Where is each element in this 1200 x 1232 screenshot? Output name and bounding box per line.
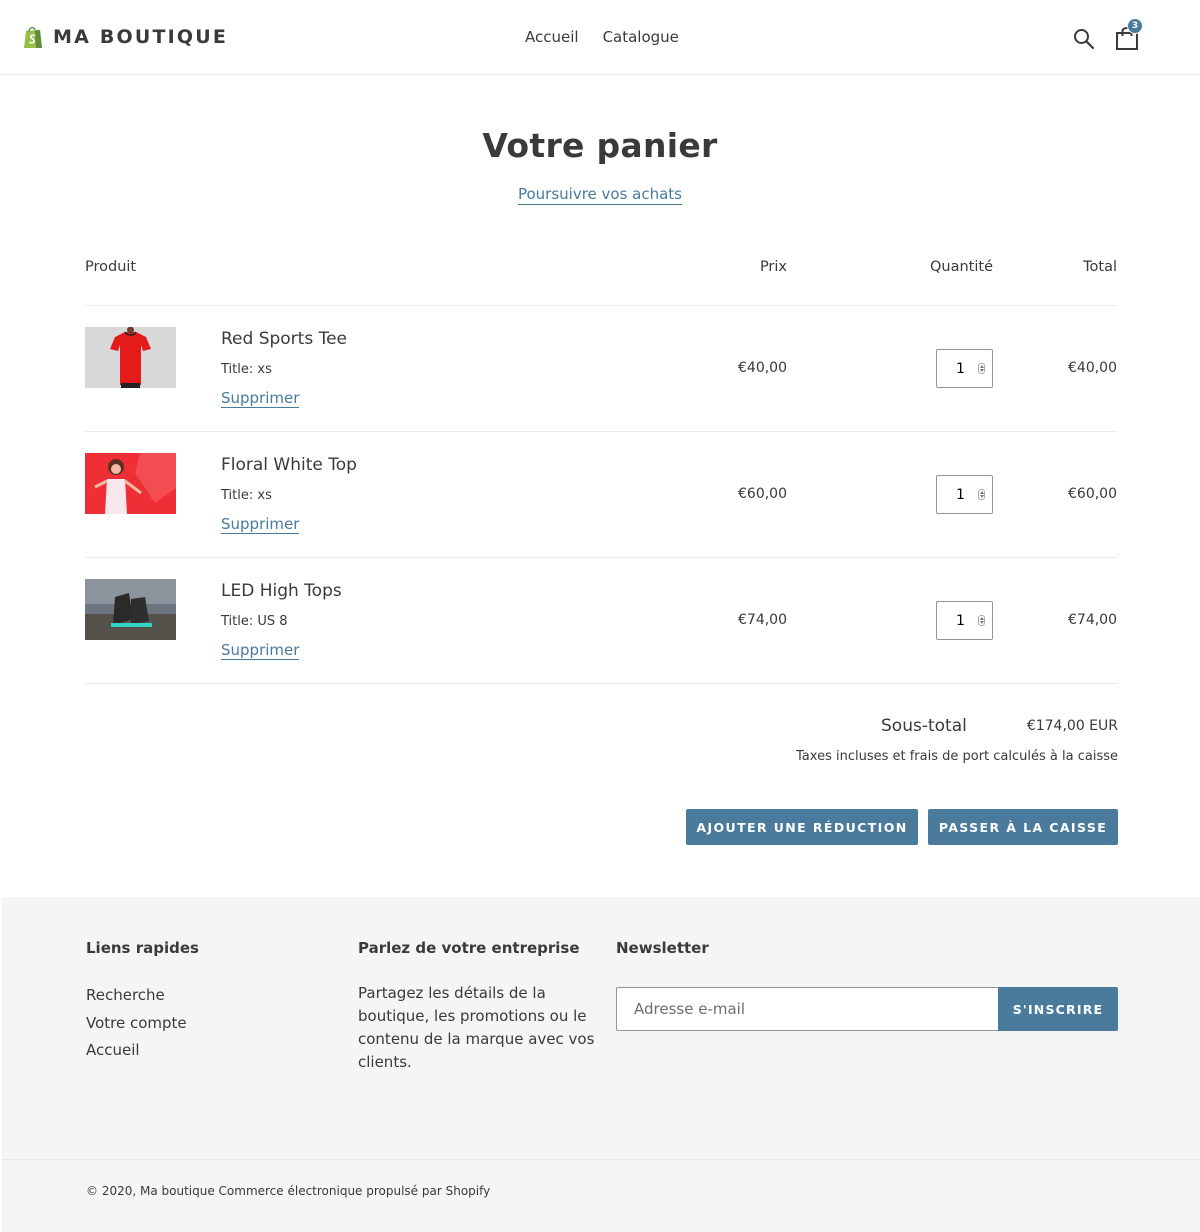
product-price: €40,00 [738,360,787,376]
product-name[interactable]: Floral White Top [221,455,357,475]
line-total: €60,00 [1068,486,1117,502]
copyright-text: © 2020, Ma boutique Commerce électroniqu… [86,1184,491,1198]
quick-links-list: Recherche Votre compte Accueil [86,982,187,1065]
column-header-quantity: Quantité [930,259,993,275]
search-icon[interactable] [1072,27,1096,51]
stepper-arrows-icon[interactable] [978,363,985,374]
remove-item-link[interactable]: Supprimer [221,642,300,660]
product-thumbnail[interactable] [85,579,176,640]
line-total: €40,00 [1068,360,1117,376]
store-name: MA BOUTIQUE [53,26,229,48]
remove-item-link[interactable]: Supprimer [221,390,300,408]
cart-table-header: Produit Prix Quantité Total [85,259,1117,279]
footer-link-accueil[interactable]: Accueil [86,1037,187,1065]
cart-row: LED High Tops Title: US 8 Supprimer €74,… [85,558,1117,684]
product-thumbnail[interactable] [85,327,176,388]
about-text: Partagez les détails de la boutique, les… [358,984,595,1071]
cart-row: Red Sports Tee Title: xs Supprimer €40,0… [85,306,1117,432]
quick-links-title: Liens rapides [86,939,199,957]
cart-count-badge: 3 [1127,18,1143,34]
table-divider [85,683,1117,684]
product-variant: Title: xs [221,488,272,503]
quantity-stepper[interactable]: 1 [936,601,993,640]
site-footer: Liens rapides Recherche Votre compte Acc… [2,897,1200,1232]
page-title: Votre panier [482,126,718,165]
quantity-stepper[interactable]: 1 [936,349,993,388]
product-price: €60,00 [738,486,787,502]
checkout-button[interactable]: PASSER À LA CAISSE [928,809,1118,845]
column-header-total: Total [1083,259,1117,275]
newsletter-title: Newsletter [616,939,709,957]
footer-link-votre-compte[interactable]: Votre compte [86,1010,187,1038]
nav-link-catalogue[interactable]: Catalogue [603,28,679,46]
quantity-value: 1 [956,613,965,629]
stepper-arrows-icon[interactable] [978,615,985,626]
nav-link-accueil[interactable]: Accueil [525,28,579,46]
shopify-bag-icon [24,26,42,48]
quantity-value: 1 [956,361,965,377]
remove-item-link[interactable]: Supprimer [221,516,300,534]
stepper-arrows-icon[interactable] [978,489,985,500]
quantity-stepper[interactable]: 1 [936,475,993,514]
subtotal-value: €174,00 EUR [1026,718,1118,734]
footer-divider [2,1159,1200,1160]
store-logo[interactable]: MA BOUTIQUE [22,25,228,49]
product-name[interactable]: Red Sports Tee [221,329,347,349]
main-nav: Accueil Catalogue [525,28,679,46]
footer-link-recherche[interactable]: Recherche [86,982,187,1010]
continue-shopping-link[interactable]: Poursuivre vos achats [517,185,683,205]
line-total: €74,00 [1068,612,1117,628]
product-variant: Title: US 8 [221,614,288,629]
product-price: €74,00 [738,612,787,628]
product-variant: Title: xs [221,362,272,377]
cart-row: Floral White Top Title: xs Supprimer €60… [85,432,1117,558]
continue-shopping: Poursuivre vos achats [0,184,1200,205]
product-thumbnail[interactable] [85,453,176,514]
tax-note: Taxes incluses et frais de port calculés… [796,749,1118,764]
quantity-value: 1 [956,487,965,503]
subscribe-button[interactable]: S'INSCRIRE [998,987,1118,1031]
product-name[interactable]: LED High Tops [221,581,342,601]
about-title: Parlez de votre entreprise [358,939,580,957]
email-field[interactable]: Adresse e-mail [616,987,999,1031]
column-header-price: Prix [759,259,787,275]
add-discount-button[interactable]: AJOUTER UNE RÉDUCTION [686,809,918,845]
subtotal-label: Sous-total [881,716,967,736]
site-header: MA BOUTIQUE Accueil Catalogue 3 [0,0,1200,75]
column-header-product: Produit [85,259,137,275]
